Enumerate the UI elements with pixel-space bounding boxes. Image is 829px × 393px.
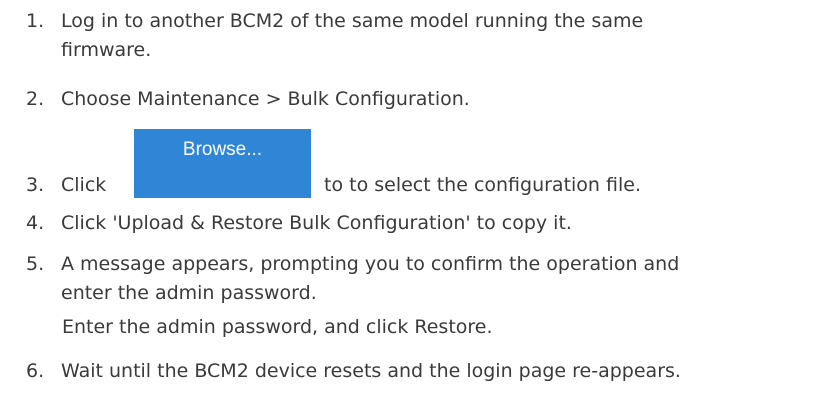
step-line: A message appears, prompting you to conf… <box>61 253 680 275</box>
step-text: Wait until the BCM2 device resets and th… <box>61 357 821 386</box>
step-line: Click 'Upload & Restore Bulk Configurati… <box>61 212 572 234</box>
step-line: Choose Maintenance > Bulk Configuration. <box>61 88 470 110</box>
step-number: 5. <box>26 253 45 275</box>
step-text: Choose Maintenance > Bulk Configuration. <box>61 85 821 114</box>
step-line: Log in to another BCM2 of the same model… <box>61 10 644 32</box>
step-number: 2. <box>26 88 45 110</box>
step-line: enter the admin password. <box>61 282 317 304</box>
step-5-note: Enter the admin password, and click Rest… <box>62 316 493 338</box>
step-line: firmware. <box>61 39 152 61</box>
step-text: Log in to another BCM2 of the same model… <box>61 7 821 65</box>
step-line: Wait until the BCM2 device resets and th… <box>61 360 681 382</box>
step-number: 3. <box>26 174 45 196</box>
step-text: A message appears, prompting you to conf… <box>61 250 821 308</box>
step-number: 1. <box>26 10 45 32</box>
step-number: 6. <box>26 360 45 382</box>
step-number: 4. <box>26 212 45 234</box>
step-text: Click 'Upload & Restore Bulk Configurati… <box>61 209 821 238</box>
step-text-after: to to select the configuration file. <box>324 174 641 196</box>
